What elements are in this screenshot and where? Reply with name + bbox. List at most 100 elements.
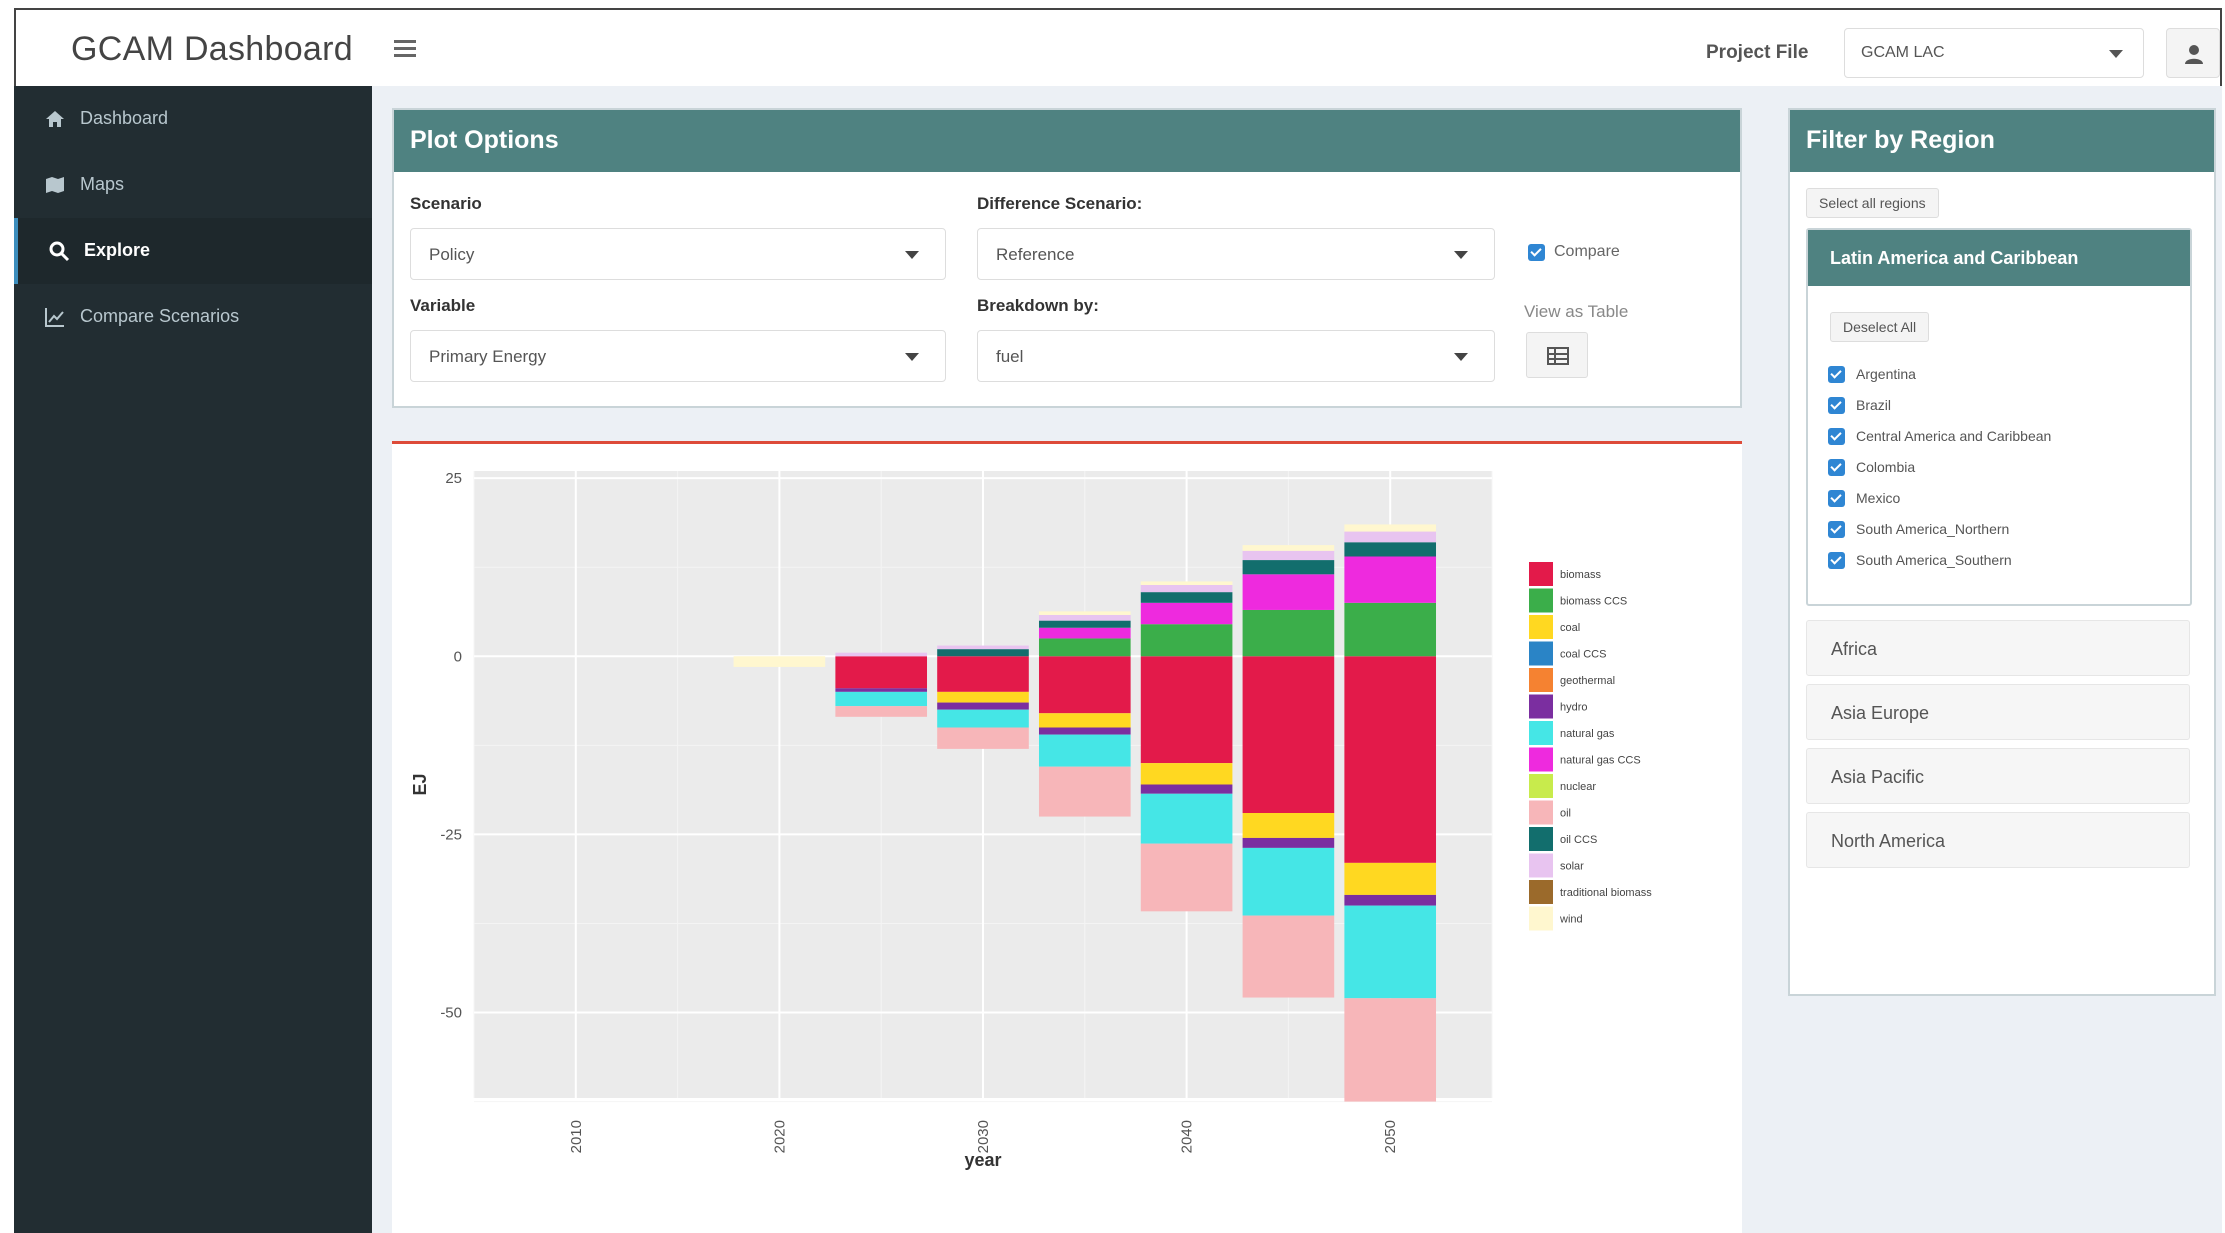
legend-key — [1529, 800, 1553, 825]
bar-segment — [733, 656, 826, 667]
sidebar-item-maps[interactable]: Maps — [14, 152, 372, 218]
bar-segment — [1038, 627, 1131, 639]
legend-label: oil — [1560, 808, 1571, 820]
chevron-down-icon — [1454, 251, 1468, 259]
search-icon — [49, 241, 70, 262]
bar-segment — [1140, 656, 1233, 764]
legend-label: biomass — [1560, 569, 1601, 581]
region-group-asia-pacific[interactable]: Asia Pacific — [1806, 748, 2190, 804]
bar-segment — [937, 645, 1029, 650]
bar-segment — [1242, 656, 1335, 813]
region-checkbox[interactable] — [1828, 459, 1845, 476]
line-chart-icon — [45, 308, 64, 327]
view-as-table-button[interactable] — [1526, 332, 1588, 378]
legend-label: hydro — [1560, 702, 1588, 714]
region-label: Mexico — [1856, 490, 1901, 506]
bar-segment — [1038, 734, 1131, 767]
legend-key — [1529, 562, 1553, 586]
legend-key — [1529, 827, 1553, 851]
x-axis-title: year — [964, 1150, 1001, 1170]
chart-box: 25 0 -25 -50 2010 2020 2030 2040 2050 year EJ bioma… — [392, 441, 1742, 1233]
bar-segment — [1140, 793, 1233, 844]
region-group-label: North America — [1831, 831, 1946, 851]
user-button[interactable] — [2166, 28, 2220, 78]
difference-scenario-value: Reference — [996, 245, 1075, 264]
sidebar-toggle-icon[interactable] — [394, 40, 416, 58]
latin-america-group-header[interactable]: Latin America and Caribbean — [1808, 230, 2190, 286]
bar-segment — [1140, 592, 1233, 603]
bar-segment — [1344, 524, 1437, 532]
sidebar-item-label: Dashboard — [80, 108, 169, 128]
bar-segment — [1344, 998, 1437, 1102]
bar-segment — [1344, 656, 1437, 863]
legend-key — [1529, 694, 1553, 719]
x-tick-label: 2050 — [1382, 1120, 1399, 1153]
bar-segment — [1242, 837, 1335, 848]
dashboard-icon — [46, 111, 64, 127]
region-group-label: Africa — [1831, 639, 1878, 659]
select-all-regions-button[interactable]: Select all regions — [1806, 188, 1939, 218]
bar-segment — [937, 691, 1029, 703]
project-file-value: GCAM LAC — [1861, 44, 1945, 61]
difference-scenario-select[interactable]: Reference — [977, 228, 1495, 280]
bar-segment — [1242, 847, 1335, 916]
legend-key — [1529, 906, 1553, 931]
project-file-select[interactable]: GCAM LAC — [1844, 28, 2144, 78]
region-checkbox[interactable] — [1828, 490, 1845, 507]
x-tick-label: 2030 — [975, 1120, 992, 1153]
legend-key — [1529, 853, 1553, 878]
bar-segment — [1140, 763, 1233, 785]
region-group-asia-europe[interactable]: Asia Europe — [1806, 684, 2190, 740]
bar-segment — [937, 656, 1029, 692]
variable-value: Primary Energy — [429, 347, 547, 366]
deselect-all-button[interactable]: Deselect All — [1830, 312, 1930, 342]
legend-label: natural gas — [1560, 728, 1615, 740]
legend-label: solar — [1560, 861, 1584, 873]
scenario-select[interactable]: Policy — [410, 228, 946, 280]
region-checkbox[interactable] — [1828, 366, 1845, 383]
bar-segment — [1140, 784, 1233, 794]
main-content: Plot Options Scenario Policy Difference … — [372, 86, 2222, 1233]
bar-segment — [1344, 531, 1437, 543]
filter-by-region-title: Filter by Region — [1806, 126, 1995, 154]
bar-segment — [1344, 894, 1437, 906]
project-file-label: Project File — [1706, 42, 1809, 63]
sidebar-item-label: Compare Scenarios — [80, 306, 240, 326]
region-group-north-america[interactable]: North America — [1806, 812, 2190, 868]
map-icon — [46, 177, 64, 193]
bar-segment — [1242, 560, 1335, 575]
region-checkbox[interactable] — [1828, 552, 1845, 569]
region-checkbox[interactable] — [1828, 397, 1845, 414]
bar-segment — [835, 688, 928, 692]
bar-segment — [1140, 843, 1233, 912]
region-group-africa[interactable]: Africa — [1806, 620, 2190, 676]
view-as-table-label: View as Table — [1524, 302, 1629, 321]
region-group-label: Asia Europe — [1831, 703, 1930, 723]
bar-segment — [1242, 609, 1335, 657]
latin-america-group: Latin America and Caribbean Deselect All… — [1806, 228, 2192, 606]
legend-label: coal CCS — [1560, 649, 1606, 661]
breakdown-select[interactable]: fuel — [977, 330, 1495, 382]
sidebar-item-explore[interactable]: Explore — [14, 218, 372, 284]
sidebar-item-dashboard[interactable]: Dashboard — [14, 86, 372, 152]
chevron-down-icon — [1454, 353, 1468, 361]
scenario-label: Scenario — [410, 194, 482, 213]
breakdown-value: fuel — [996, 347, 1024, 366]
compare-checkbox[interactable] — [1528, 244, 1545, 261]
region-label: South America_Southern — [1856, 552, 2012, 568]
region-checkbox[interactable] — [1828, 521, 1845, 538]
bar-segment — [1038, 620, 1131, 628]
chevron-down-icon — [2109, 50, 2123, 58]
app-title: GCAM Dashboard — [71, 30, 353, 68]
variable-select[interactable]: Primary Energy — [410, 330, 946, 382]
region-label: Argentina — [1856, 366, 1916, 382]
legend-label: nuclear — [1560, 781, 1596, 793]
legend-key — [1529, 774, 1553, 798]
y-tick-label: 25 — [445, 470, 462, 487]
sidebar-item-compare-scenarios[interactable]: Compare Scenarios — [14, 284, 372, 350]
x-tick-label: 2040 — [1179, 1120, 1196, 1153]
bar-segment — [1344, 905, 1437, 999]
legend-label: coal — [1560, 622, 1580, 634]
bar-segment — [1344, 556, 1437, 603]
region-checkbox[interactable] — [1828, 428, 1845, 445]
